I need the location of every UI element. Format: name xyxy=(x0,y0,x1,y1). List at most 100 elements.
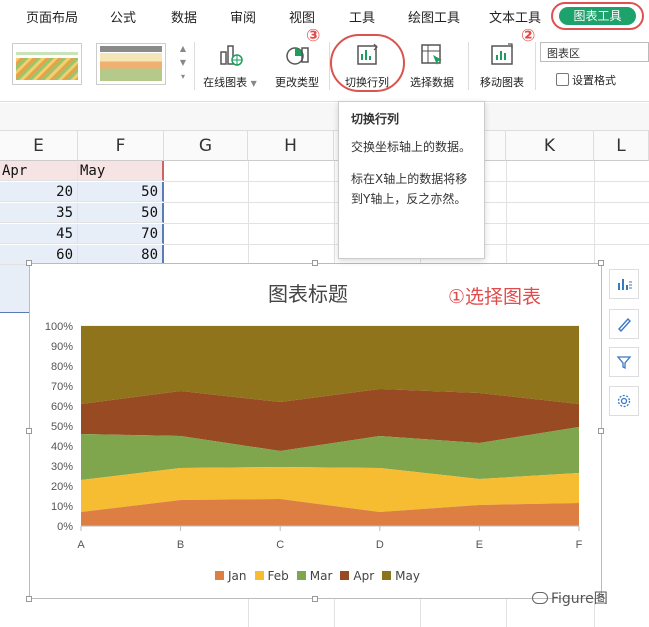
area-series-may[interactable] xyxy=(81,326,579,404)
resize-handle[interactable] xyxy=(312,596,318,602)
dropdown-arrow-icon: ▼ xyxy=(250,79,257,88)
change-type-button[interactable]: 更改类型 xyxy=(270,40,324,90)
online-chart-icon xyxy=(220,45,243,66)
ribbon-toolbar: ▲ ▼ ▾ 在线图表 ▼ 更改类型 切换行列 选择数据 移动图表 图表区 设置格… xyxy=(0,32,649,102)
y-tick-label: 100% xyxy=(45,321,73,333)
chart-element-select[interactable]: 图表区 xyxy=(540,42,649,62)
resize-handle[interactable] xyxy=(312,260,318,266)
chart-object[interactable]: 图表标题 ①选择图表 100% 90% 80% 70% 60% 50% 40% 30% 20% 1… xyxy=(29,263,602,599)
switch-row-col-tooltip: 切换行列 交换坐标轴上的数据。 标在X轴上的数据将移到Y轴上，反之亦然。 xyxy=(338,101,485,259)
tab-view[interactable]: 视图 xyxy=(289,7,315,26)
tab-text-tools[interactable]: 文本工具 xyxy=(489,7,541,26)
tab-chart-tools[interactable]: 图表工具 xyxy=(559,7,636,25)
chart-style-thumbnail-2[interactable] xyxy=(96,43,166,85)
select-data-button[interactable]: 选择数据 xyxy=(402,40,462,90)
tab-data[interactable]: 数据 xyxy=(171,7,197,26)
chart-settings-button[interactable] xyxy=(609,386,639,416)
legend-item-jan[interactable]: Jan xyxy=(215,569,247,583)
y-tick-label: 70% xyxy=(51,381,73,393)
cell-e3[interactable]: 35 xyxy=(0,203,78,223)
y-tick-label: 20% xyxy=(51,481,73,493)
gear-icon xyxy=(617,394,631,408)
tooltip-line-2: 标在X轴上的数据将移到Y轴上，反之亦然。 xyxy=(351,172,468,206)
legend-swatch xyxy=(254,571,264,580)
cell-e5[interactable]: 60 xyxy=(0,245,78,265)
tab-review[interactable]: 审阅 xyxy=(230,7,256,26)
y-tick-label: 60% xyxy=(51,401,73,413)
tab-drawing-tools[interactable]: 绘图工具 xyxy=(408,7,460,26)
watermark-text: Figure图 xyxy=(551,591,608,607)
format-icon xyxy=(556,73,569,86)
legend-label: Apr xyxy=(353,569,375,583)
tab-page-layout[interactable]: 页面布局 xyxy=(26,7,78,26)
column-header-e[interactable]: E xyxy=(0,131,78,161)
column-header-f[interactable]: F xyxy=(78,131,164,161)
legend-label: Feb xyxy=(267,569,289,583)
column-header-h[interactable]: H xyxy=(248,131,334,161)
change-type-label: 更改类型 xyxy=(275,76,319,89)
tab-formulas[interactable]: 公式 xyxy=(110,7,136,26)
ribbon-separator xyxy=(535,42,536,90)
legend-swatch xyxy=(340,571,350,580)
legend-swatch xyxy=(296,571,306,580)
tab-chart-tools-highlight: 图表工具 xyxy=(551,2,644,30)
cell-f1[interactable]: May xyxy=(78,161,164,181)
x-tick-label: F xyxy=(576,539,583,551)
x-tick-label: B xyxy=(177,539,184,551)
legend-label: May xyxy=(395,569,420,583)
x-tick-label: E xyxy=(476,539,483,551)
column-header-l[interactable]: L xyxy=(594,131,649,161)
cell-f3[interactable]: 50 xyxy=(78,203,164,223)
set-format-button[interactable]: 设置格式 xyxy=(556,72,616,88)
annotation-step-2: ② xyxy=(521,26,536,46)
set-format-label: 设置格式 xyxy=(572,74,616,87)
resize-handle[interactable] xyxy=(598,260,604,266)
ribbon-separator xyxy=(194,42,195,90)
tab-tools[interactable]: 工具 xyxy=(349,7,375,26)
tooltip-line-1: 交换坐标轴上的数据。 xyxy=(351,140,472,154)
formula-strip xyxy=(0,103,649,131)
legend-item-may[interactable]: May xyxy=(382,569,420,583)
cell-f5[interactable]: 80 xyxy=(78,245,164,265)
y-tick-label: 10% xyxy=(51,501,73,513)
filter-icon xyxy=(616,356,632,370)
chart-style-button[interactable] xyxy=(609,309,639,339)
style-gallery-scroll[interactable]: ▲ ▼ ▾ xyxy=(177,42,189,88)
chart-filter-button[interactable] xyxy=(609,347,639,377)
online-chart-button[interactable]: 在线图表 ▼ xyxy=(198,40,262,90)
ribbon-separator xyxy=(468,42,469,90)
cell-e2[interactable]: 20 xyxy=(0,182,78,202)
cell-e1[interactable]: Apr xyxy=(0,161,78,181)
tooltip-title: 切换行列 xyxy=(351,112,400,126)
move-chart-button[interactable]: 移动图表 xyxy=(474,40,530,90)
y-tick-label: 40% xyxy=(51,441,73,453)
switch-row-col-highlight xyxy=(330,34,405,92)
cell-f4[interactable]: 70 xyxy=(78,224,164,244)
resize-handle[interactable] xyxy=(598,428,604,434)
legend-item-apr[interactable]: Apr xyxy=(340,569,374,583)
move-chart-label: 移动图表 xyxy=(480,76,524,89)
column-header-g[interactable]: G xyxy=(164,131,248,161)
cell-f2[interactable]: 50 xyxy=(78,182,164,202)
resize-handle[interactable] xyxy=(26,428,32,434)
y-tick-label: 0% xyxy=(57,521,73,533)
move-chart-icon xyxy=(491,43,513,65)
cell-e4[interactable]: 45 xyxy=(0,224,78,244)
legend-item-feb[interactable]: Feb xyxy=(254,569,289,583)
brush-icon xyxy=(618,317,631,333)
watermark: Figure图 xyxy=(532,588,608,608)
chart-elements-button[interactable] xyxy=(609,269,639,299)
chart-legend[interactable]: Jan Feb Mar Apr May xyxy=(215,569,428,583)
wechat-icon xyxy=(532,592,548,604)
online-chart-label: 在线图表 xyxy=(203,76,248,89)
x-tick-label: C xyxy=(276,539,284,551)
stacked-area-plot[interactable]: 100% 90% 80% 70% 60% 50% 40% 30% 20% 10% 0% A B C D E F xyxy=(30,264,601,564)
chart-elements-icon xyxy=(618,279,632,290)
chart-style-thumbnail-1[interactable] xyxy=(12,43,82,85)
x-tick-label: A xyxy=(77,539,85,551)
legend-item-mar[interactable]: Mar xyxy=(296,569,332,583)
select-data-icon xyxy=(421,44,442,65)
resize-handle[interactable] xyxy=(26,596,32,602)
column-header-k[interactable]: K xyxy=(506,131,594,161)
resize-handle[interactable] xyxy=(26,260,32,266)
